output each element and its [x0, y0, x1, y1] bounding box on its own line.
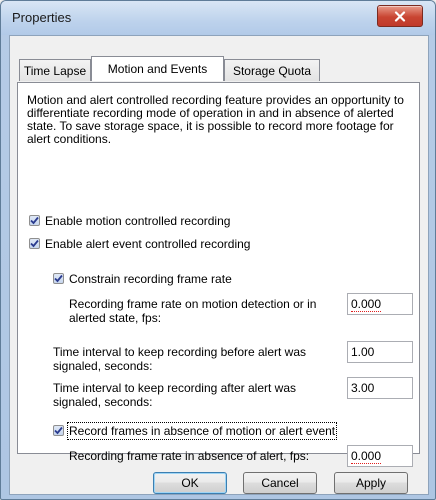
cancel-button[interactable]: Cancel [243, 472, 317, 494]
record-absence-checkbox[interactable]: Record frames in absence of motion or al… [53, 421, 338, 440]
before-alert-label: Time interval to keep recording before a… [53, 345, 307, 373]
absence-rate-input[interactable]: 0.000 [347, 445, 413, 467]
before-alert-value: 1.00 [351, 345, 375, 359]
enable-motion-checkbox[interactable]: Enable motion controlled recording [29, 213, 230, 228]
checkmark-icon [54, 426, 63, 435]
window-title: Properties [12, 10, 72, 25]
checkmark-icon [30, 216, 39, 225]
close-icon [394, 10, 406, 22]
description-text: Motion and alert controlled recording fe… [27, 93, 404, 146]
checkbox-box[interactable] [53, 273, 64, 284]
motion-rate-label: Recording frame rate on motion detection… [69, 297, 317, 325]
checkbox-box[interactable] [53, 425, 64, 436]
enable-alert-checkbox[interactable]: Enable alert event controlled recording [29, 236, 250, 251]
checkbox-label: Constrain recording frame rate [69, 271, 232, 286]
tab-panel-motion-and-events: Motion and alert controlled recording fe… [17, 82, 420, 467]
tab-label: Time Lapse [23, 63, 87, 78]
absence-rate-label: Recording frame rate in absence of alert… [69, 449, 310, 463]
after-alert-value: 3.00 [351, 381, 375, 395]
absence-rate-value: 0.000 [351, 449, 382, 464]
tab-storage-quota[interactable]: Storage Quota [224, 59, 320, 81]
constrain-rate-checkbox[interactable]: Constrain recording frame rate [53, 271, 232, 286]
tab-label: Motion and Events [107, 62, 208, 76]
checkmark-icon [54, 274, 63, 283]
after-alert-input[interactable]: 3.00 [347, 377, 413, 399]
checkbox-box[interactable] [29, 238, 40, 249]
checkbox-label: Enable motion controlled recording [45, 213, 231, 228]
tab-motion-and-events[interactable]: Motion and Events [91, 56, 224, 81]
checkbox-box[interactable] [29, 215, 40, 226]
ok-button[interactable]: OK [153, 472, 227, 494]
checkbox-label: Enable alert event controlled recording [45, 236, 251, 251]
motion-rate-input[interactable]: 0.000 [347, 293, 413, 315]
tab-time-lapse[interactable]: Time Lapse [19, 59, 91, 81]
motion-rate-value: 0.000 [351, 297, 382, 312]
dialog-client-area: Time Lapse Motion and Events Storage Quo… [9, 35, 429, 495]
tab-label: Storage Quota [232, 63, 312, 78]
before-alert-input[interactable]: 1.00 [347, 341, 413, 363]
properties-dialog: Properties Time Lapse Motion and Events … [0, 0, 436, 500]
apply-button[interactable]: Apply [334, 472, 408, 494]
title-bar[interactable]: Properties [1, 1, 435, 35]
after-alert-label: Time interval to keep recording after al… [53, 381, 296, 409]
checkmark-icon [30, 239, 39, 248]
checkbox-label: Record frames in absence of motion or al… [66, 421, 338, 440]
close-button[interactable] [377, 5, 423, 27]
